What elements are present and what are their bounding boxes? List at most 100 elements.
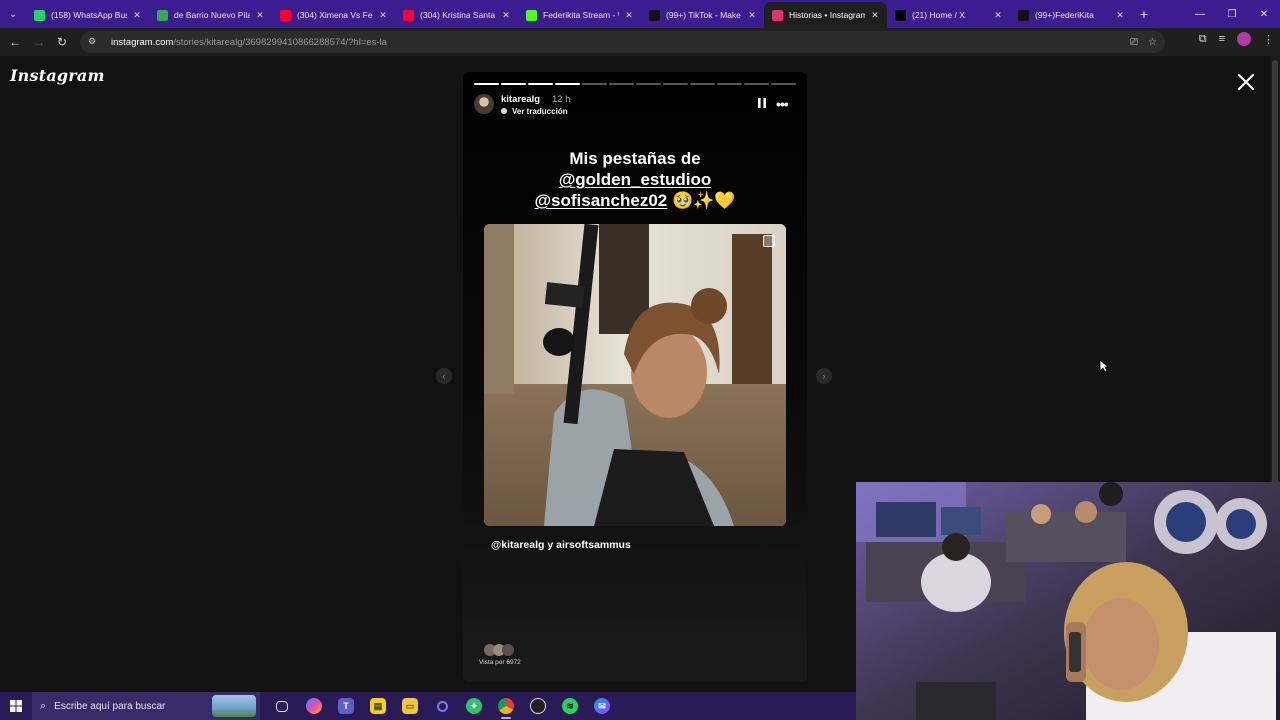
browser-tab[interactable]: de Barrio Nuevo Pilar ✕ xyxy=(149,2,272,28)
progress-segment xyxy=(744,83,769,85)
new-tab-button[interactable]: + xyxy=(1132,6,1156,22)
taskbar-search[interactable]: ⌕ Escribe aquí para buscar xyxy=(32,692,260,720)
close-tab-icon[interactable]: ✕ xyxy=(1114,10,1126,21)
caption-emoji: 🥹✨💛 xyxy=(672,191,736,210)
previous-story-arrow-icon[interactable]: ‹ xyxy=(436,368,452,384)
start-button[interactable] xyxy=(0,692,32,720)
browser-tab[interactable]: Federikita Stream - W ✕ xyxy=(518,2,641,28)
close-window-icon[interactable]: ✕ xyxy=(1248,0,1280,28)
taskbar-search-placeholder: Escribe aquí para buscar xyxy=(54,700,166,712)
progress-segment xyxy=(717,83,742,85)
story-header: kitarealg 12 h Ver traducción ••• xyxy=(474,92,796,118)
story-progress-bar xyxy=(474,83,796,85)
browser-toolbar: ← → ↻ ⚙ instagram.com/stories/kitarealg/… xyxy=(0,28,1280,56)
url-path: /stories/kitarealg/3698299410866288574/?… xyxy=(173,36,387,48)
install-app-icon[interactable]: ⎚ xyxy=(1130,37,1138,48)
cortana-icon[interactable] xyxy=(426,692,458,720)
windows-logo-icon xyxy=(10,700,22,712)
mention-sofisanchez02[interactable]: @sofisanchez02 xyxy=(534,191,667,210)
viewer-avatars[interactable] xyxy=(483,643,517,657)
pause-icon[interactable] xyxy=(757,97,767,109)
caption-line1: Mis pestañas de xyxy=(569,149,701,168)
view-count[interactable]: Vista por 6972 xyxy=(479,659,521,666)
browser-tab[interactable]: (158) WhatsApp Busi ✕ xyxy=(26,2,149,28)
webcam-overlay xyxy=(856,482,1280,720)
messenger-icon[interactable]: ✉ xyxy=(586,692,618,720)
taskbar-apps: T ▤ ▭ ✦ ≋ ✉ xyxy=(266,692,618,720)
forward-arrow-icon[interactable]: → xyxy=(27,30,51,54)
instagram-logo[interactable]: Instagram xyxy=(10,66,105,85)
see-translation-link[interactable]: Ver traducción xyxy=(512,107,568,116)
restore-icon[interactable]: ❐ xyxy=(1216,0,1248,28)
tab-title: (158) WhatsApp Busi xyxy=(51,10,127,20)
mouse-cursor-icon xyxy=(1099,359,1109,373)
close-tab-icon[interactable]: ✕ xyxy=(500,10,512,21)
spotify-like-green-icon[interactable]: ✦ xyxy=(458,692,490,720)
translate-dot-icon xyxy=(501,108,507,114)
close-tab-icon[interactable]: ✕ xyxy=(869,10,881,21)
browser-tab-strip: ⌄ (158) WhatsApp Busi ✕ de Barrio Nuevo Pi… xyxy=(0,0,1280,28)
story-viewer[interactable]: kitarealg 12 h Ver traducción ••• Mis pe… xyxy=(463,72,807,682)
progress-segment xyxy=(690,83,715,85)
instagram-icon xyxy=(772,9,783,21)
browser-tab[interactable]: (99+) TikTok - Make ✕ xyxy=(641,2,764,28)
task-view-icon[interactable] xyxy=(266,692,298,720)
next-story-arrow-icon[interactable]: › xyxy=(816,368,832,384)
window-controls: — ❐ ✕ xyxy=(1184,0,1280,28)
tab-title: (21) Home / X xyxy=(912,10,965,20)
profile-avatar[interactable] xyxy=(1237,32,1251,46)
tab-title: Federikita Stream - W xyxy=(543,10,619,20)
chrome-menu-icon[interactable]: ⋮ xyxy=(1263,33,1274,46)
story-username[interactable]: kitarealg xyxy=(501,94,540,105)
close-tab-icon[interactable]: ✕ xyxy=(746,10,758,21)
close-tab-icon[interactable]: ✕ xyxy=(992,10,1004,21)
bookmark-star-icon[interactable]: ☆ xyxy=(1148,37,1157,48)
extensions-icon[interactable]: ⧉ xyxy=(1199,33,1207,46)
address-bar[interactable]: ⚙ instagram.com/stories/kitarealg/369829… xyxy=(80,31,1165,53)
spotify-icon[interactable]: ≋ xyxy=(554,692,586,720)
mention-golden-estudioo[interactable]: @golden_estudioo xyxy=(559,170,712,189)
story-tagline[interactable]: @kitarealg y airsoftsammus xyxy=(491,539,631,551)
chrome-taskbar-icon[interactable] xyxy=(490,692,522,720)
progress-segment xyxy=(609,83,634,85)
progress-segment xyxy=(582,83,607,85)
browser-tab[interactable]: Historias • Instagram ✕ xyxy=(764,2,887,28)
tab-title: (99+)FederiKita xyxy=(1035,10,1094,20)
tiktok-icon xyxy=(1018,9,1029,21)
close-tab-icon[interactable]: ✕ xyxy=(131,10,143,21)
progress-segment xyxy=(501,83,526,85)
teams-icon[interactable]: T xyxy=(330,692,362,720)
site-info-icon[interactable]: ⚙ xyxy=(88,36,100,48)
file-explorer-icon[interactable]: ▭ xyxy=(394,692,426,720)
progress-segment xyxy=(474,83,499,85)
copilot-icon[interactable] xyxy=(298,692,330,720)
story-photo-art xyxy=(484,224,786,526)
close-story-icon[interactable] xyxy=(1236,72,1256,92)
close-tab-icon[interactable]: ✕ xyxy=(377,10,389,21)
story-user-avatar[interactable] xyxy=(474,94,494,114)
close-tab-icon[interactable]: ✕ xyxy=(254,10,266,21)
back-arrow-icon[interactable]: ← xyxy=(3,30,27,54)
reload-icon[interactable]: ↻ xyxy=(50,30,74,54)
multi-photo-icon xyxy=(763,235,775,247)
media-control-icon[interactable]: ≡ xyxy=(1219,33,1225,45)
youtube-icon xyxy=(403,9,414,21)
browser-tab[interactable]: (304) Ximena Vs Fede ✕ xyxy=(272,2,395,28)
tab-title: (304) Kristina Santa xyxy=(420,10,496,20)
browser-tab[interactable]: (21) Home / X ✕ xyxy=(887,2,1010,28)
tab-search-chevron-icon[interactable]: ⌄ xyxy=(0,0,26,28)
minimize-icon[interactable]: — xyxy=(1184,0,1216,28)
tab-title: Historias • Instagram xyxy=(789,10,865,20)
obs-icon[interactable] xyxy=(522,692,554,720)
tiktok-icon xyxy=(649,9,660,21)
story-photo xyxy=(484,224,786,526)
story-timestamp: 12 h xyxy=(552,94,571,105)
sticky-notes-icon[interactable]: ▤ xyxy=(362,692,394,720)
more-options-icon[interactable]: ••• xyxy=(776,96,789,112)
browser-tab[interactable]: (99+)FederiKita ✕ xyxy=(1010,2,1132,28)
tabs-container: (158) WhatsApp Busi ✕ de Barrio Nuevo Pila… xyxy=(26,0,1132,28)
browser-tab[interactable]: (304) Kristina Santa ✕ xyxy=(395,2,518,28)
progress-segment xyxy=(555,83,580,85)
webcam-feed-image xyxy=(856,482,1280,720)
close-tab-icon[interactable]: ✕ xyxy=(623,10,635,21)
